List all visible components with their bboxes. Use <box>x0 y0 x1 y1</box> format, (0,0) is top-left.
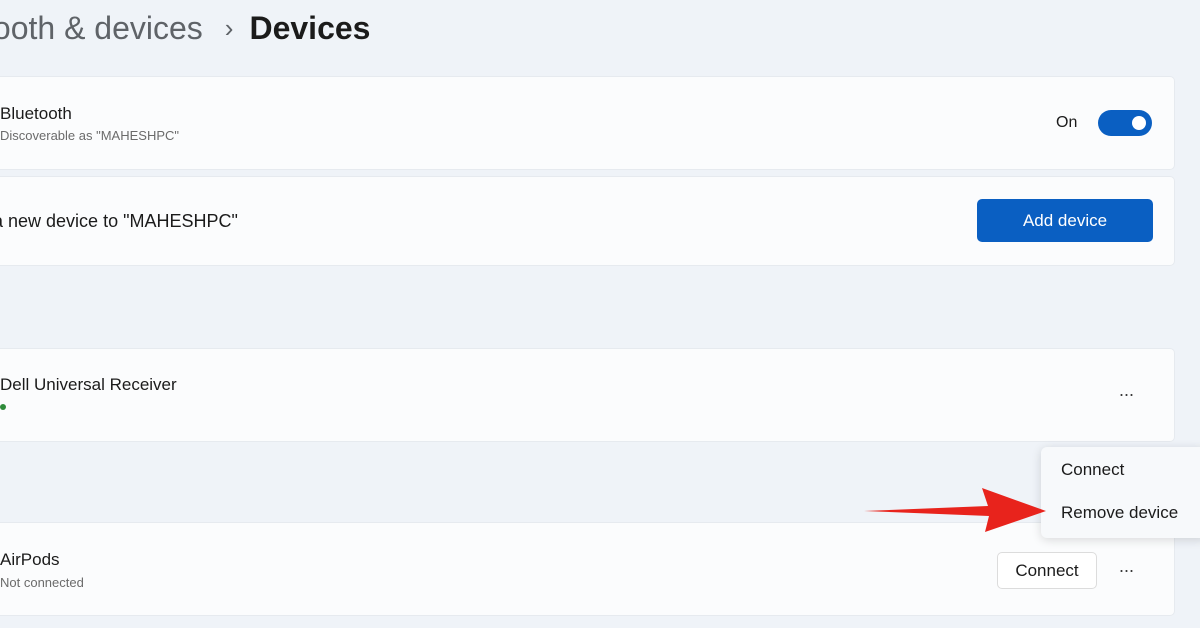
more-options-icon[interactable]: ··· <box>1111 555 1141 585</box>
bluetooth-title: Bluetooth <box>0 104 72 123</box>
context-menu: Connect Remove device <box>1041 447 1200 538</box>
arrow-shape <box>864 488 1046 532</box>
menu-item-connect[interactable]: Connect <box>1061 460 1124 480</box>
add-device-card: ct a new device to "MAHESHPC" Add device <box>0 177 1174 265</box>
breadcrumb-parent[interactable]: tooth & devices <box>0 10 203 47</box>
page-title: Devices <box>249 9 371 46</box>
device-status: Not connected <box>0 575 84 590</box>
breadcrumb: tooth & devices › Devices <box>0 6 370 50</box>
bluetooth-subtitle: Discoverable as "MAHESHPC" <box>0 128 180 143</box>
device-name: AirPods <box>0 550 60 569</box>
menu-item-remove-device[interactable]: Remove device <box>1061 503 1178 523</box>
add-device-button[interactable]: Add device <box>977 199 1153 242</box>
bluetooth-toggle-label: On <box>1056 114 1078 131</box>
connect-button[interactable]: Connect <box>997 552 1097 589</box>
bluetooth-toggle[interactable] <box>1098 110 1152 136</box>
add-device-title: ct a new device to "MAHESHPC" <box>0 211 238 231</box>
bluetooth-card: Bluetooth Discoverable as "MAHESHPC" On <box>0 77 1174 169</box>
annotation-arrow-icon <box>864 488 1046 532</box>
toggle-knob <box>1132 116 1146 130</box>
device-name: Dell Universal Receiver <box>0 375 177 394</box>
device-card-dell: Dell Universal Receiver ··· <box>0 349 1174 441</box>
chevron-right-icon: › <box>224 13 234 43</box>
connected-status-dot <box>0 404 6 410</box>
more-options-icon[interactable]: ··· <box>1111 379 1141 409</box>
